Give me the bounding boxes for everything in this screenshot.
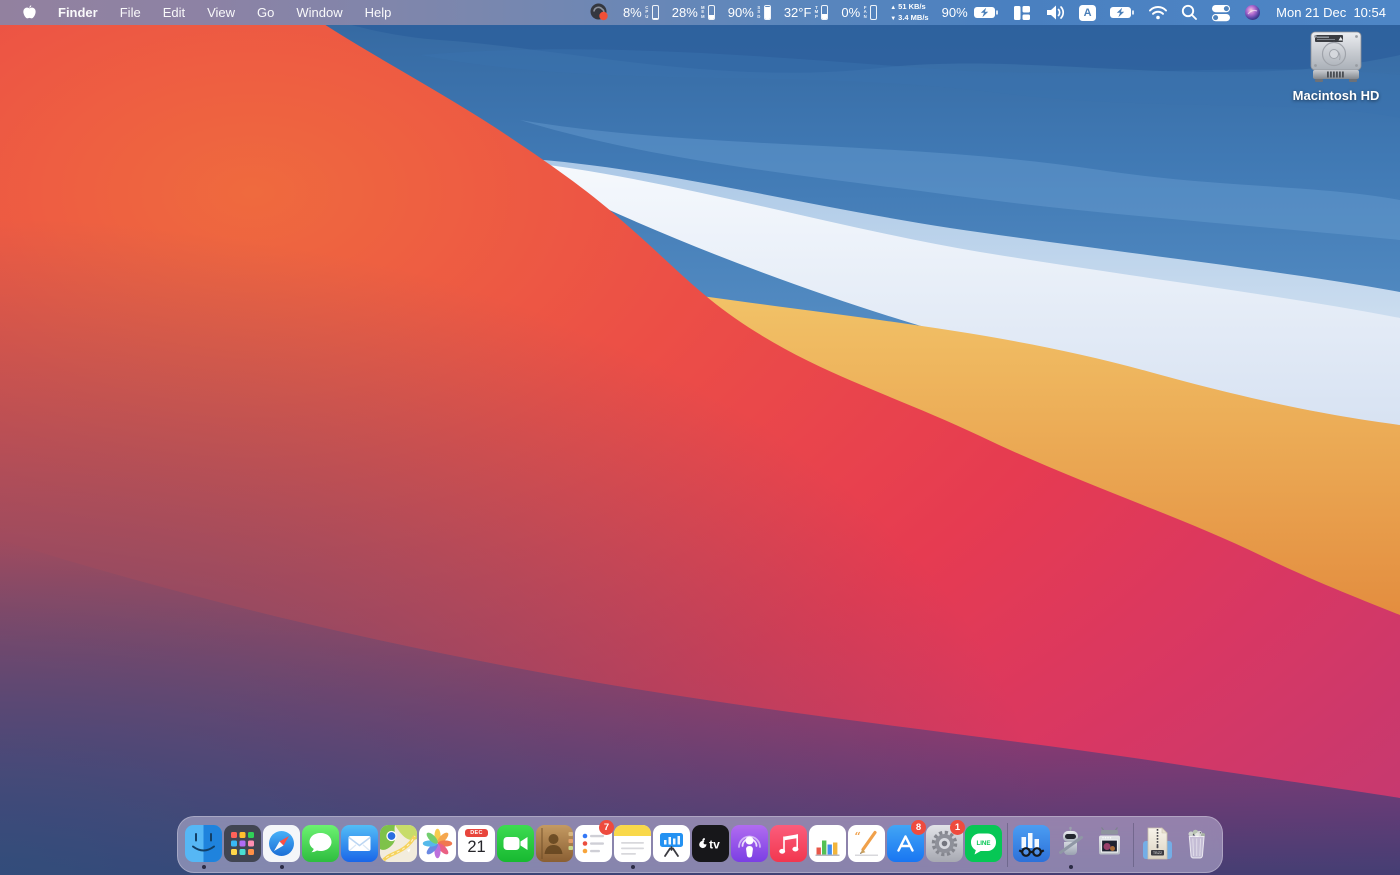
dock: DEC 21 (177, 816, 1223, 873)
upload-arrow-icon: ▲ (890, 5, 896, 11)
dock-item-geekbench[interactable] (1012, 817, 1051, 872)
menu-bar-clock[interactable]: Mon 21 Dec 10:54 (1276, 5, 1386, 20)
dock-item-contacts[interactable] (535, 817, 574, 872)
dock-item-pages[interactable]: “ (847, 817, 886, 872)
dock-item-system-preferences[interactable]: 1 (925, 817, 964, 872)
network-throughput[interactable]: ▲51 KB/s ▼3.4 MB/s (890, 2, 928, 24)
battery-icon[interactable] (1109, 6, 1135, 19)
wallpaper-big-sur (0, 0, 1400, 875)
dock-item-photos[interactable] (418, 817, 457, 872)
cpu-stat[interactable]: 8% CPU (623, 5, 659, 20)
dock-item-keynote[interactable] (652, 817, 691, 872)
disk-gauge (764, 5, 771, 20)
wifi-icon[interactable] (1148, 5, 1168, 20)
battery-charging-icon (973, 6, 999, 19)
dock-item-printer[interactable] (1090, 817, 1129, 872)
cpu-value: 8% (623, 5, 642, 20)
memory-stat[interactable]: 28% MEM (672, 5, 715, 20)
dock-item-launchpad[interactable] (223, 817, 262, 872)
dock-divider (1007, 823, 1008, 867)
line-logo-text: LINE (976, 840, 990, 847)
dock-item-line[interactable]: LINE (964, 817, 1003, 872)
menu-help[interactable]: Help (354, 0, 403, 25)
menu-app-name[interactable]: Finder (47, 0, 109, 25)
running-indicator (631, 865, 635, 869)
temperature-stat[interactable]: 32°F TMP (784, 5, 829, 20)
input-source-icon[interactable]: A (1079, 5, 1096, 21)
dock-item-music[interactable] (769, 817, 808, 872)
desktop-icon-macintosh-hd[interactable]: Macintosh HD (1293, 30, 1379, 103)
download-arrow-icon: ▼ (890, 16, 896, 22)
hard-drive-icon (1307, 30, 1365, 84)
window-tiling-icon[interactable] (1012, 3, 1032, 23)
dock-item-app-store[interactable]: 8 (886, 817, 925, 872)
archive-type-label: TBZ2 (1153, 851, 1162, 855)
notification-badge: 7 (599, 820, 614, 835)
disk-value: 90% (728, 5, 754, 20)
cpu-label: CPU (644, 6, 649, 20)
running-indicator (280, 865, 284, 869)
desktop: Finder File Edit View Go Window Help 8% … (0, 0, 1400, 875)
dock-item-maps[interactable] (379, 817, 418, 872)
pages-quote-glyph: “ (855, 830, 861, 843)
download-speed: 3.4 MB/s (898, 13, 928, 22)
dock-item-trash[interactable] (1177, 817, 1216, 872)
spotlight-icon[interactable] (1181, 4, 1198, 21)
dock-item-notes[interactable] (613, 817, 652, 872)
dock-item-reminders[interactable]: 7 (574, 817, 613, 872)
menu-bar: Finder File Edit View Go Window Help 8% … (0, 0, 1400, 25)
temperature-value: 32°F (784, 5, 812, 20)
dock-divider (1133, 823, 1134, 867)
temperature-label: TMP (814, 6, 819, 20)
disk-label: SSD (756, 6, 761, 20)
notification-badge: 1 (950, 820, 965, 835)
input-source-letter: A (1084, 7, 1092, 19)
notification-badge: 8 (911, 820, 926, 835)
fan-gauge (870, 5, 877, 20)
fan-label: FAN (863, 6, 868, 20)
upload-speed: 51 KB/s (898, 2, 926, 11)
dock-item-finder[interactable] (184, 817, 223, 872)
siri-icon[interactable] (1244, 4, 1261, 21)
menu-view[interactable]: View (196, 0, 246, 25)
memory-label: MEM (700, 6, 705, 20)
dock-item-mail[interactable] (340, 817, 379, 872)
volume-icon[interactable] (1045, 4, 1066, 21)
menu-extra-app-icon[interactable] (589, 2, 610, 23)
dock-item-numbers[interactable] (808, 817, 847, 872)
dock-item-facetime[interactable] (496, 817, 535, 872)
apple-logo-icon (22, 4, 37, 21)
dock-item-safari[interactable] (262, 817, 301, 872)
menu-window[interactable]: Window (285, 0, 353, 25)
calendar-month: DEC (465, 829, 488, 837)
fan-stat[interactable]: 0% FAN (841, 5, 877, 20)
dock-item-automator[interactable] (1051, 817, 1090, 872)
memory-value: 28% (672, 5, 698, 20)
dock-item-podcasts[interactable] (730, 817, 769, 872)
running-indicator (1069, 865, 1073, 869)
dock-item-messages[interactable] (301, 817, 340, 872)
fan-value: 0% (841, 5, 860, 20)
memory-gauge (708, 5, 715, 20)
dock-item-apple-tv[interactable]: tv (691, 817, 730, 872)
dock-item-archive-tbz2[interactable]: TBZ2 (1138, 817, 1177, 872)
menu-file[interactable]: File (109, 0, 152, 25)
control-center-icon[interactable] (1211, 3, 1231, 23)
calendar-day: 21 (467, 838, 485, 857)
disk-stat[interactable]: 90% SSD (728, 5, 771, 20)
menu-edit[interactable]: Edit (152, 0, 196, 25)
menu-go[interactable]: Go (246, 0, 285, 25)
battery-percent: 90% (942, 5, 968, 20)
drive-label: Macintosh HD (1293, 88, 1380, 103)
cpu-gauge (652, 5, 659, 20)
dock-item-calendar[interactable]: DEC 21 (457, 817, 496, 872)
tv-logo-text: tv (709, 838, 720, 852)
battery-percent-stat[interactable]: 90% (942, 5, 1000, 20)
apple-menu[interactable] (12, 0, 47, 25)
running-indicator (202, 865, 206, 869)
temperature-gauge (821, 5, 828, 20)
